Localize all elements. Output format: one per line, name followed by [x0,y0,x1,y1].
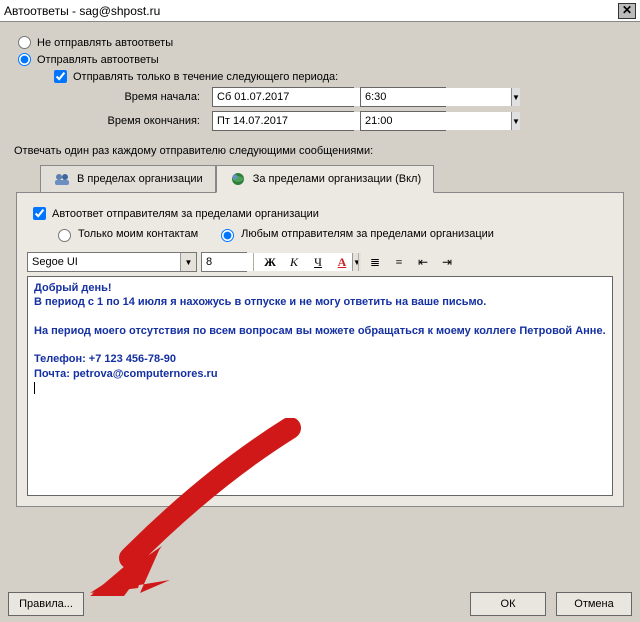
chevron-down-icon[interactable]: ▼ [180,253,196,271]
label-only-contacts: Только моим контактам [78,228,198,240]
label-period: Отправлять только в течение следующего п… [73,71,338,83]
chevron-down-icon[interactable]: ▼ [511,112,520,130]
font-size-combo[interactable]: ▼ [201,252,247,272]
cancel-button[interactable]: Отмена [556,592,632,616]
italic-button[interactable]: К [284,252,304,272]
end-time-input[interactable] [361,112,511,130]
outdent-button[interactable]: ⇤ [413,252,433,272]
option-send[interactable]: Отправлять автоответы [12,53,628,66]
radio-send[interactable] [18,53,31,66]
message-editor[interactable]: Добрый день! В период с 1 по 14 июля я н… [27,276,613,496]
rules-button[interactable]: Правила... [8,592,84,616]
tabs: В пределах организации За пределами орга… [40,165,628,193]
bold-button[interactable]: Ж [260,252,280,272]
label-end: Время окончания: [80,115,200,127]
outside-scope: Только моим контактам Любым отправителям… [53,226,613,242]
bullets-button[interactable]: ≣ [365,252,385,272]
chevron-down-icon[interactable]: ▼ [352,253,361,271]
tab-inside-org[interactable]: В пределах организации [40,165,216,193]
editor-toolbar: ▼ ▼ Ж К Ч А ≣ ≡ ⇤ ⇥ [27,252,613,272]
check-outside-autoreply[interactable] [33,207,46,220]
label-send: Отправлять автоответы [37,54,159,66]
option-only-contacts[interactable]: Только моим контактам [53,226,198,242]
radio-only-contacts[interactable] [58,229,71,242]
tab-outside-label: За пределами организации (Вкл) [253,173,421,185]
ok-button[interactable]: ОК [470,592,546,616]
label-do-not-send: Не отправлять автоответы [37,37,173,49]
check-period[interactable] [54,70,67,83]
option-outside-autoreply[interactable]: Автоответ отправителям за пределами орга… [27,207,613,220]
underline-button[interactable]: Ч [308,252,328,272]
start-date-picker[interactable]: ▼ [212,87,354,107]
font-name-input[interactable] [28,253,180,271]
tab-panel-outside: Автоответ отправителям за пределами орга… [16,192,624,507]
radio-do-not-send[interactable] [18,36,31,49]
row-end: Время окончания: ▼ ▼ [80,111,628,131]
option-period[interactable]: Отправлять только в течение следующего п… [48,70,628,83]
option-do-not-send[interactable]: Не отправлять автоответы [12,36,628,49]
row-start: Время начала: ▼ ▼ [80,87,628,107]
chevron-down-icon[interactable]: ▼ [511,88,520,106]
label-anyone: Любым отправителям за пределами организа… [241,228,494,240]
end-time-picker[interactable]: ▼ [360,111,446,131]
font-color-button[interactable]: А [332,252,352,272]
start-date-input[interactable] [213,88,363,106]
start-time-input[interactable] [361,88,511,106]
title-bar: Автоответы - sag@shpost.ru ✕ [0,0,640,22]
close-button[interactable]: ✕ [618,3,636,19]
start-time-picker[interactable]: ▼ [360,87,446,107]
reply-section-label: Отвечать один раз каждому отправителю сл… [14,145,628,157]
tab-inside-label: В пределах организации [77,173,203,185]
window-title: Автоответы - sag@shpost.ru [4,4,618,18]
dialog-body: Не отправлять автоответы Отправлять авто… [0,22,640,515]
radio-anyone[interactable] [221,229,234,242]
separator [358,253,359,271]
users-icon [53,171,71,187]
globe-icon [229,171,247,187]
end-date-input[interactable] [213,112,363,130]
numbers-button[interactable]: ≡ [389,252,409,272]
tab-outside-org[interactable]: За пределами организации (Вкл) [216,165,434,193]
font-name-combo[interactable]: ▼ [27,252,197,272]
end-date-picker[interactable]: ▼ [212,111,354,131]
label-outside-autoreply: Автоответ отправителям за пределами орга… [52,208,319,220]
indent-button[interactable]: ⇥ [437,252,457,272]
option-anyone[interactable]: Любым отправителям за пределами организа… [216,226,494,242]
separator [253,253,254,271]
label-start: Время начала: [80,91,200,103]
dialog-button-row: Правила... ОК Отмена [0,592,640,616]
